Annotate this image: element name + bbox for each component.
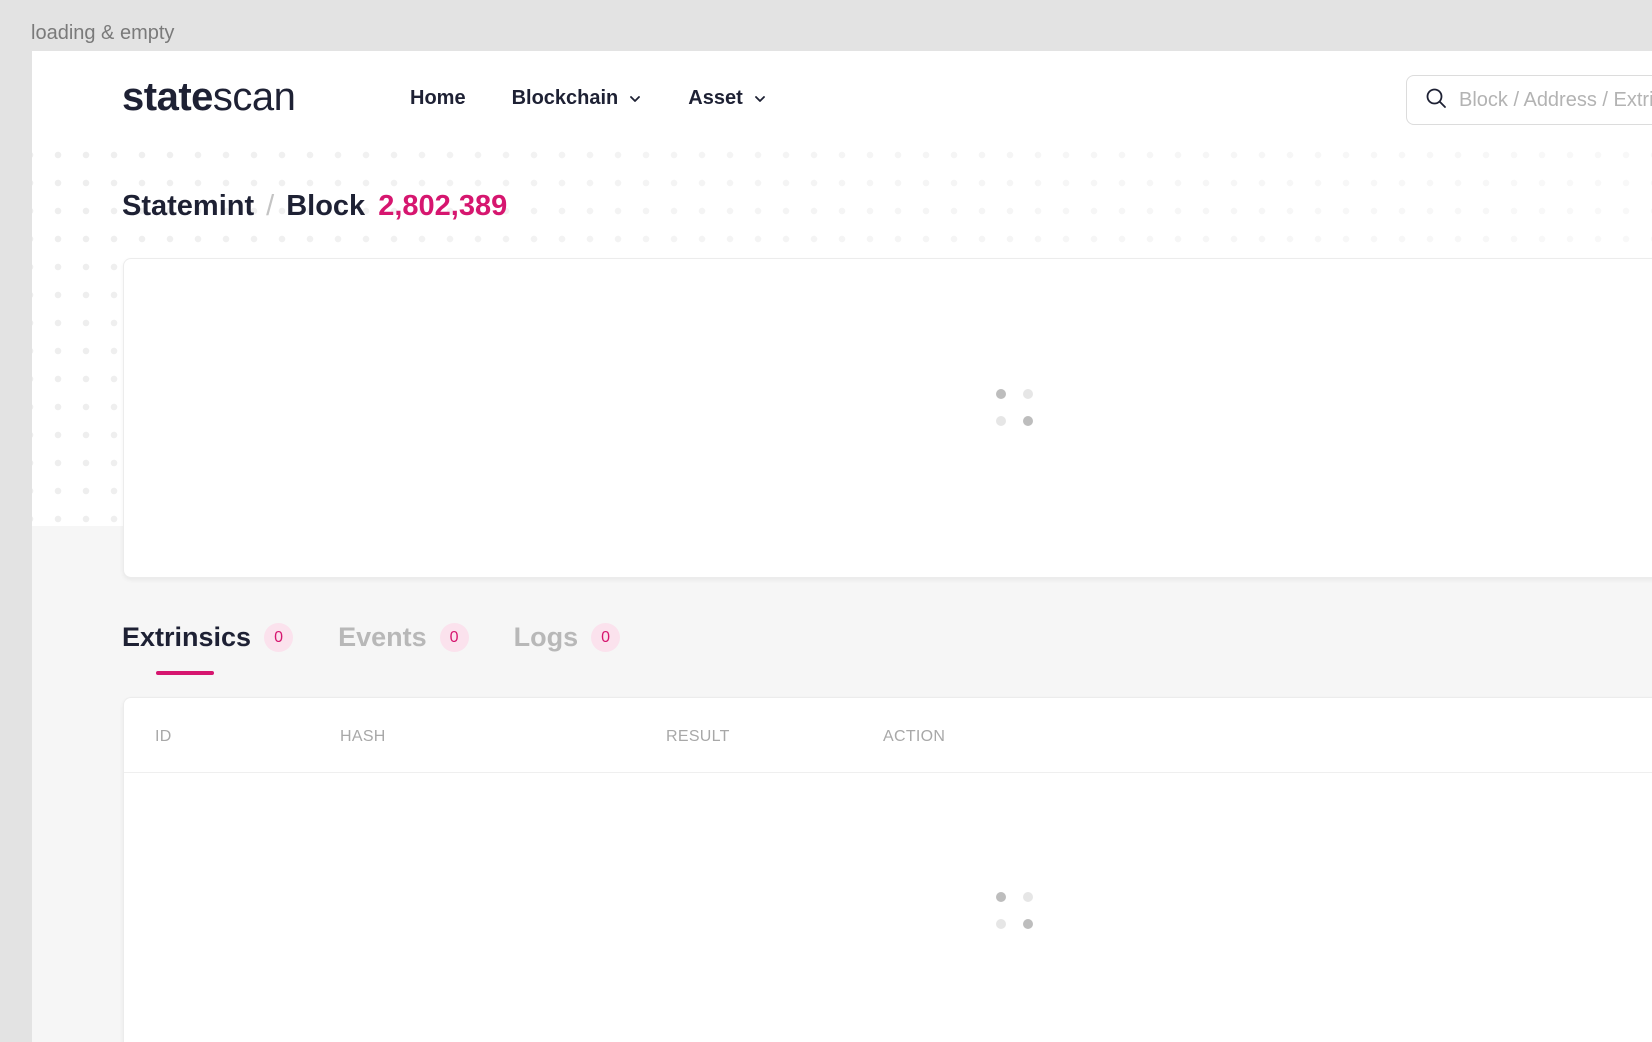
column-header-result: RESULT	[666, 728, 730, 745]
nav-home-label: Home	[410, 87, 466, 109]
table-header: ID HASH RESULT ACTION	[124, 698, 1652, 773]
nav-asset-label: Asset	[688, 87, 743, 109]
active-tab-indicator	[156, 671, 214, 675]
search-box[interactable]	[1406, 75, 1652, 125]
nav-blockchain-label: Blockchain	[511, 87, 619, 109]
nav-home[interactable]: Home	[410, 87, 466, 110]
nav-asset[interactable]: Asset	[688, 87, 766, 110]
main-nav: Home Blockchain Asset	[410, 87, 813, 110]
search-input[interactable]	[1459, 88, 1652, 112]
chevron-down-icon	[753, 92, 767, 106]
tab-events[interactable]: Events 0	[338, 622, 469, 653]
count-badge: 0	[439, 623, 469, 652]
breadcrumb-root[interactable]: Statemint	[122, 190, 254, 223]
logo-state: state	[122, 75, 213, 119]
tab-logs[interactable]: Logs 0	[514, 622, 621, 653]
block-detail-card	[123, 258, 1652, 578]
tab-label: Events	[338, 622, 427, 652]
page-frame: statescan Home Blockchain Asset Statemin…	[32, 51, 1652, 1042]
count-badge: 0	[264, 623, 294, 652]
search-icon	[1425, 87, 1447, 114]
tab-extrinsics[interactable]: Extrinsics 0	[122, 622, 294, 653]
chevron-down-icon	[628, 92, 642, 106]
tab-label: Logs	[513, 622, 579, 652]
breadcrumb-section: Block	[286, 190, 366, 222]
column-header-id: ID	[155, 728, 172, 745]
column-header-action: ACTION	[883, 728, 946, 745]
breadcrumb-separator: /	[266, 190, 275, 222]
count-badge: 0	[591, 623, 621, 652]
tab-list: Extrinsics 0 Events 0 Logs 0	[122, 622, 665, 653]
block-number: 2,802,389	[378, 190, 508, 222]
statescan-logo[interactable]: statescan	[122, 75, 296, 120]
nav-blockchain[interactable]: Blockchain	[512, 87, 643, 110]
breadcrumb: Statemint / Block 2,802,389	[122, 190, 507, 223]
frame-label: loading & empty	[31, 22, 175, 44]
loading-spinner	[996, 389, 1033, 426]
column-header-hash: HASH	[340, 728, 386, 745]
loading-spinner	[996, 892, 1033, 929]
logo-scan: scan	[212, 75, 296, 119]
tab-label: Extrinsics	[122, 622, 252, 652]
extrinsics-table: ID HASH RESULT ACTION	[123, 697, 1652, 1042]
